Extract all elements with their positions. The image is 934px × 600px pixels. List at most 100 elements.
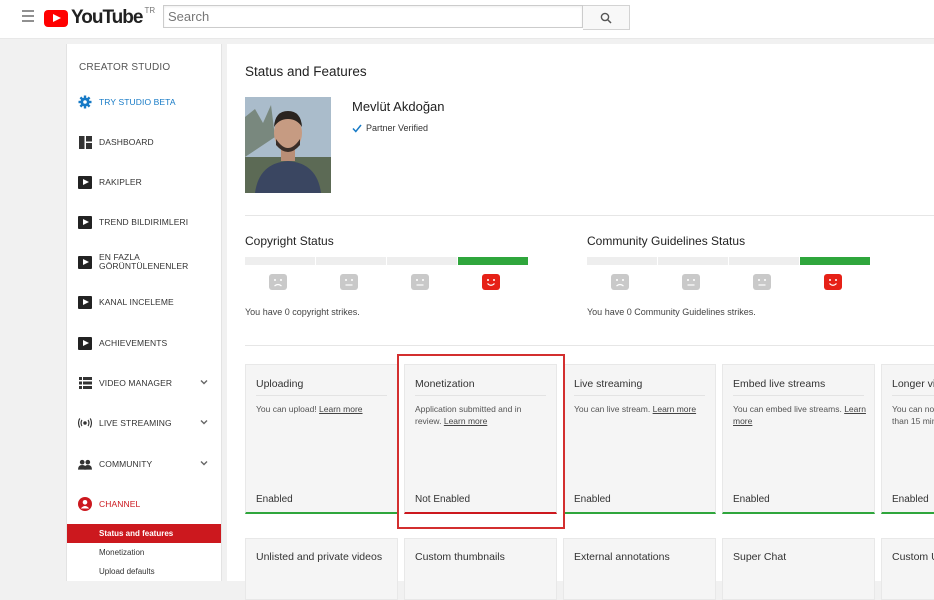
- partner-verified: Partner Verified: [352, 123, 428, 133]
- feature-card-uploading[interactable]: Uploading You can upload! Learn more Ena…: [245, 364, 398, 514]
- youtube-play-icon: [44, 9, 68, 27]
- sidebar-item-community[interactable]: COMMUNITY: [67, 449, 221, 479]
- hamburger-icon[interactable]: [22, 10, 34, 22]
- sidebar-item-label: EN FAZLA GÖRÜNTÜLENENLER: [99, 252, 189, 271]
- sidebar-subitem-label: Monetization: [99, 548, 145, 557]
- vidiq-icon: [78, 336, 92, 350]
- card-description: You can live stream. Learn more: [574, 404, 697, 414]
- gear-icon: [78, 95, 92, 109]
- sidebar-item-label: VIDEO MANAGER: [99, 377, 173, 388]
- card-status: Enabled: [574, 494, 611, 505]
- feature-card-embed-live-streams[interactable]: Embed live streams You can embed live st…: [722, 364, 875, 514]
- happy-face-icon: [824, 274, 842, 290]
- avatar[interactable]: [245, 97, 331, 193]
- card-status: Enabled: [733, 494, 770, 505]
- sidebar-item-label: CHANNEL: [99, 498, 141, 509]
- sidebar-item-channel[interactable]: CHANNEL: [67, 489, 221, 519]
- copyright-strike-text: You have 0 copyright strikes.: [245, 307, 360, 317]
- search-icon: [600, 12, 612, 24]
- sidebar-subitem-upload-defaults[interactable]: Upload defaults: [67, 562, 221, 581]
- sidebar-subitem-label: Upload defaults: [99, 567, 155, 576]
- community-status-title: Community Guidelines Status: [587, 234, 746, 248]
- page-title: Status and Features: [245, 64, 367, 79]
- sidebar-item-kanal-inceleme[interactable]: KANAL INCELEME: [67, 287, 221, 317]
- live-icon: [78, 416, 92, 430]
- sidebar-item-achievements[interactable]: ACHIEVEMENTS: [67, 328, 221, 358]
- neutral-face-icon: [340, 274, 358, 290]
- sidebar-item-live-streaming[interactable]: LIVE STREAMING: [67, 408, 221, 438]
- vidiq-icon: [78, 215, 92, 229]
- card-description: Application submitted and in review. Lea…: [415, 404, 522, 426]
- sidebar-item-dashboard[interactable]: DASHBOARD: [67, 127, 221, 157]
- learn-more-link[interactable]: Learn more: [653, 404, 696, 414]
- search-bar: [163, 5, 630, 30]
- vidiq-icon: [78, 295, 92, 309]
- card-title: Monetization: [415, 378, 475, 390]
- sidebar-item-rakipler[interactable]: RAKIPLER: [67, 167, 221, 197]
- sidebar-item-label: TREND BILDIRIMLERI: [99, 216, 189, 227]
- community-icon: [78, 457, 92, 471]
- feature-card-custom-url[interactable]: Custom U: [881, 538, 934, 600]
- card-description: You can embed live streams. Learn more: [733, 404, 866, 426]
- feature-card-unlisted-private[interactable]: Unlisted and private videos: [245, 538, 398, 600]
- card-title: Embed live streams: [733, 378, 826, 390]
- sidebar-item-label: LIVE STREAMING: [99, 417, 172, 428]
- main-content: Status and Features Mevlüt Akdoğan Partn…: [227, 44, 934, 600]
- partner-verified-label: Partner Verified: [366, 123, 429, 133]
- top-bar: YouTube TR: [0, 0, 934, 39]
- sidebar-item-try-studio-beta[interactable]: TRY STUDIO BETA: [67, 87, 221, 117]
- card-status: Not Enabled: [415, 494, 471, 505]
- youtube-logo[interactable]: YouTube TR: [44, 5, 156, 29]
- channel-name: Mevlüt Akdoğan: [352, 99, 445, 114]
- sidebar-subitem-label: Status and features: [99, 529, 174, 538]
- chevron-down-icon: [200, 420, 208, 425]
- sidebar-item-en-fazla-goruntulenenler[interactable]: EN FAZLA GÖRÜNTÜLENENLER: [67, 247, 221, 277]
- logo-text: YouTube: [71, 7, 143, 28]
- feature-card-super-chat[interactable]: Super Chat: [722, 538, 875, 600]
- sidebar-subitem-status-and-features[interactable]: Status and features: [67, 524, 221, 543]
- card-title: Uploading: [256, 378, 304, 390]
- card-title: Unlisted and private videos: [256, 551, 383, 563]
- sidebar-item-label: ACHIEVEMENTS: [99, 337, 168, 348]
- card-title: Custom thumbnails: [415, 551, 505, 563]
- divider: [245, 215, 934, 216]
- dashboard-icon: [78, 135, 92, 149]
- sidebar-item-trend-bildirimleri[interactable]: TREND BILDIRIMLERI: [67, 207, 221, 237]
- feature-card-custom-thumbnails[interactable]: Custom thumbnails: [404, 538, 557, 600]
- community-strike-bar: [587, 257, 871, 265]
- copyright-strike-bar: [245, 257, 529, 265]
- copyright-status-title: Copyright Status: [245, 234, 334, 248]
- neutral-face-icon: [411, 274, 429, 290]
- chevron-down-icon: [200, 380, 208, 385]
- happy-face-icon: [482, 274, 500, 290]
- sidebar-item-label: COMMUNITY: [99, 458, 153, 469]
- card-description: You can no than 15 min: [892, 404, 934, 426]
- sidebar-item-label: RAKIPLER: [99, 176, 142, 187]
- feature-card-external-annotations[interactable]: External annotations: [563, 538, 716, 600]
- card-status: Enabled: [892, 494, 929, 505]
- sad-face-icon: [611, 274, 629, 290]
- sidebar: CREATOR STUDIO TRY STUDIO BETA DASHBOARD…: [66, 44, 222, 581]
- sidebar-item-label: DASHBOARD: [99, 136, 154, 147]
- sidebar-item-video-manager[interactable]: VIDEO MANAGER: [67, 368, 221, 398]
- card-status: Enabled: [256, 494, 293, 505]
- feature-card-monetization[interactable]: Monetization Application submitted and i…: [404, 364, 557, 514]
- chevron-down-icon: [200, 461, 208, 466]
- copyright-faces: [269, 274, 553, 290]
- neutral-face-icon: [682, 274, 700, 290]
- neutral-face-icon: [753, 274, 771, 290]
- feature-card-longer-videos[interactable]: Longer vi You can no than 15 min Enabled: [881, 364, 934, 514]
- card-title: External annotations: [574, 551, 670, 563]
- sidebar-subitem-monetization[interactable]: Monetization: [67, 543, 221, 562]
- learn-more-link[interactable]: Learn more: [319, 404, 362, 414]
- sad-face-icon: [269, 274, 287, 290]
- logo-country: TR: [144, 5, 156, 15]
- search-input[interactable]: [163, 5, 583, 28]
- divider: [245, 345, 934, 346]
- feature-card-live-streaming[interactable]: Live streaming You can live stream. Lear…: [563, 364, 716, 514]
- checkmark-icon: [352, 124, 362, 133]
- vidiq-icon: [78, 175, 92, 189]
- search-button[interactable]: [583, 5, 630, 30]
- learn-more-link[interactable]: Learn more: [444, 416, 487, 426]
- card-title: Longer vi: [892, 378, 934, 390]
